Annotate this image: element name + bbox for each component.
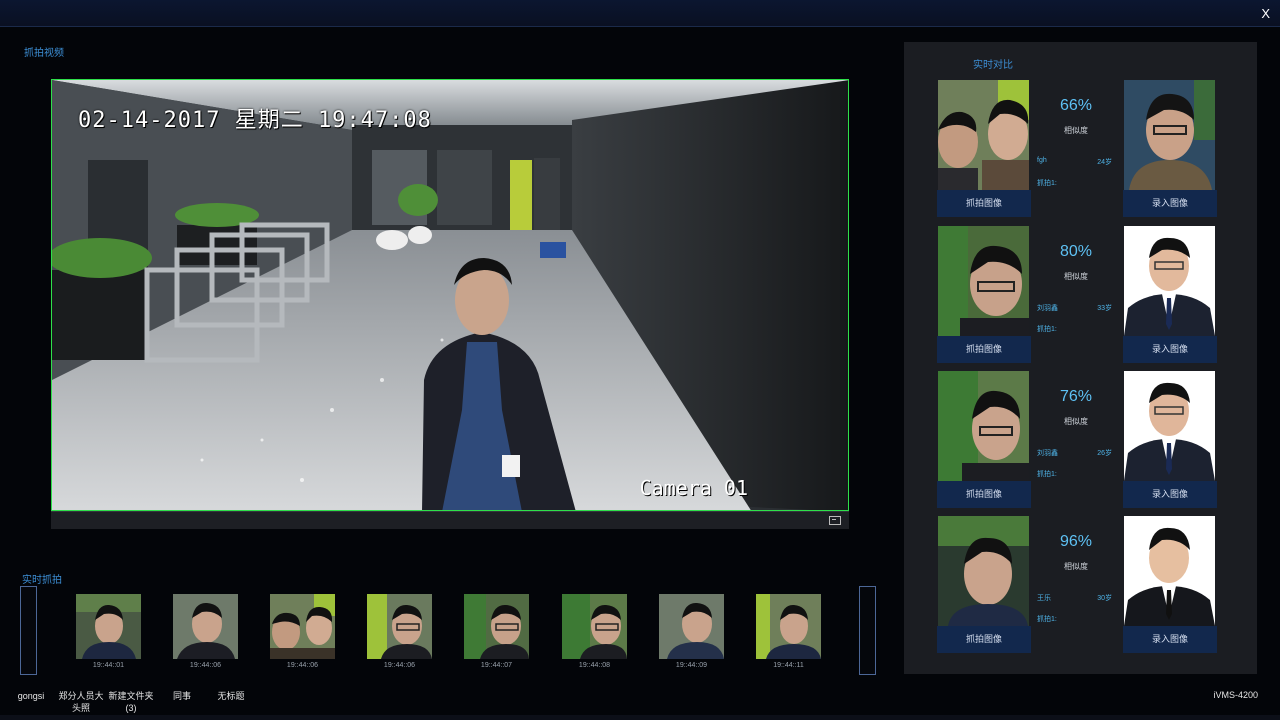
enrolled-image-button[interactable]: 录入图像 <box>1123 336 1217 363</box>
taskbar-item-photos[interactable]: 郑分人员大头照 <box>55 690 107 714</box>
capture-source: 抓拍1: <box>1037 326 1057 333</box>
capture-thumbnail[interactable] <box>367 594 432 659</box>
enrolled-image-button[interactable]: 录入图像 <box>1123 481 1217 508</box>
capture-time: 19::44::09 <box>675 662 708 669</box>
capture-image-button[interactable]: 抓拍图像 <box>937 336 1031 363</box>
enrolled-image-button[interactable]: 录入图像 <box>1123 626 1217 653</box>
thumb-scroll-left-button[interactable] <box>20 586 37 675</box>
captured-face-image <box>938 371 1029 481</box>
capture-source: 抓拍1: <box>1037 616 1057 623</box>
capture-source: 抓拍1: <box>1037 180 1057 187</box>
captured-face-image <box>938 80 1029 190</box>
compare-row: 76% 相似度 刘羽鑫 26岁 抓拍1: 抓拍图像 录入图像 <box>904 371 1257 511</box>
app-brand: iVMS-4200 <box>1213 690 1258 700</box>
capture-thumbnail[interactable] <box>756 594 821 659</box>
capture-thumbnail[interactable] <box>173 594 238 659</box>
person-name: fgh <box>1037 157 1047 164</box>
compare-panel-title: 实时对比 <box>973 60 1013 71</box>
capture-thumbnail[interactable] <box>562 594 627 659</box>
taskbar-item-colleagues[interactable]: 同事 <box>168 690 196 702</box>
similarity-label: 相似度 <box>1064 126 1088 135</box>
person-age: 26岁 <box>1097 450 1112 457</box>
taskbar-item-gongsi[interactable]: gongsi <box>16 690 46 702</box>
capture-time: 19::44::07 <box>480 662 513 669</box>
similarity-percent: 80% <box>1059 243 1093 260</box>
camera-name-overlay: Camera 01 <box>639 476 748 500</box>
taskbar-strip <box>0 715 1280 720</box>
capture-time: 19::44::11 <box>773 662 804 669</box>
camera-video-view[interactable]: 02-14-2017 星期二 19:47:08 Camera 01 <box>51 79 849 511</box>
similarity-label: 相似度 <box>1064 417 1088 426</box>
title-bar: X <box>0 0 1280 27</box>
capture-thumbnail[interactable] <box>270 594 335 659</box>
person-age: 30岁 <box>1097 595 1112 602</box>
taskbar-item-new-folder[interactable]: 新建文件夹 (3) <box>108 690 154 714</box>
capture-source: 抓拍1: <box>1037 471 1057 478</box>
similarity-label: 相似度 <box>1064 272 1088 281</box>
similarity-percent: 66% <box>1059 97 1093 114</box>
capture-time: 19::44::08 <box>578 662 611 669</box>
realtime-compare-panel: 实时对比 66% 相似度 fgh 24岁 抓拍1: 抓拍图像 录入图像 80% … <box>904 42 1257 674</box>
compare-row: 96% 相似度 王乐 30岁 抓拍1: 抓拍图像 录入图像 <box>904 516 1257 656</box>
reference-face-image <box>1124 516 1215 626</box>
capture-strip-title: 实时抓拍 <box>22 575 62 586</box>
similarity-percent: 76% <box>1059 388 1093 405</box>
similarity-percent: 96% <box>1059 533 1093 550</box>
captured-face-image <box>938 226 1029 336</box>
capture-time: 19::44::06 <box>189 662 222 669</box>
capture-time: 19::44::06 <box>383 662 416 669</box>
capture-thumbnail[interactable] <box>464 594 529 659</box>
reference-face-image <box>1124 80 1215 190</box>
taskbar-item-untitled[interactable]: 无标题 <box>215 690 247 702</box>
reference-face-image <box>1124 371 1215 481</box>
close-button[interactable]: X <box>1261 6 1270 21</box>
video-timestamp-overlay: 02-14-2017 星期二 19:47:08 <box>78 108 432 133</box>
similarity-label: 相似度 <box>1064 562 1088 571</box>
person-name: 刘羽鑫 <box>1037 450 1058 457</box>
video-control-bar <box>51 511 849 529</box>
capture-image-button[interactable]: 抓拍图像 <box>937 190 1031 217</box>
captured-face-image <box>938 516 1029 626</box>
thumb-scroll-right-button[interactable] <box>859 586 876 675</box>
capture-time: 19::44::06 <box>286 662 319 669</box>
video-frame <box>52 80 848 510</box>
capture-time: 19::44::01 <box>92 662 125 669</box>
person-name: 王乐 <box>1037 595 1051 602</box>
person-name: 刘羽鑫 <box>1037 305 1058 312</box>
capture-image-button[interactable]: 抓拍图像 <box>937 481 1031 508</box>
person-age: 24岁 <box>1097 159 1112 166</box>
fullscreen-icon[interactable] <box>829 516 841 525</box>
video-section-title: 抓拍视频 <box>24 48 64 59</box>
compare-row: 80% 相似度 刘羽鑫 33岁 抓拍1: 抓拍图像 录入图像 <box>904 226 1257 366</box>
person-age: 33岁 <box>1097 305 1112 312</box>
enrolled-image-button[interactable]: 录入图像 <box>1123 190 1217 217</box>
compare-row: 66% 相似度 fgh 24岁 抓拍1: 抓拍图像 录入图像 <box>904 80 1257 220</box>
reference-face-image <box>1124 226 1215 336</box>
capture-thumbnail[interactable] <box>76 594 141 659</box>
capture-thumbnail[interactable] <box>659 594 724 659</box>
capture-image-button[interactable]: 抓拍图像 <box>937 626 1031 653</box>
